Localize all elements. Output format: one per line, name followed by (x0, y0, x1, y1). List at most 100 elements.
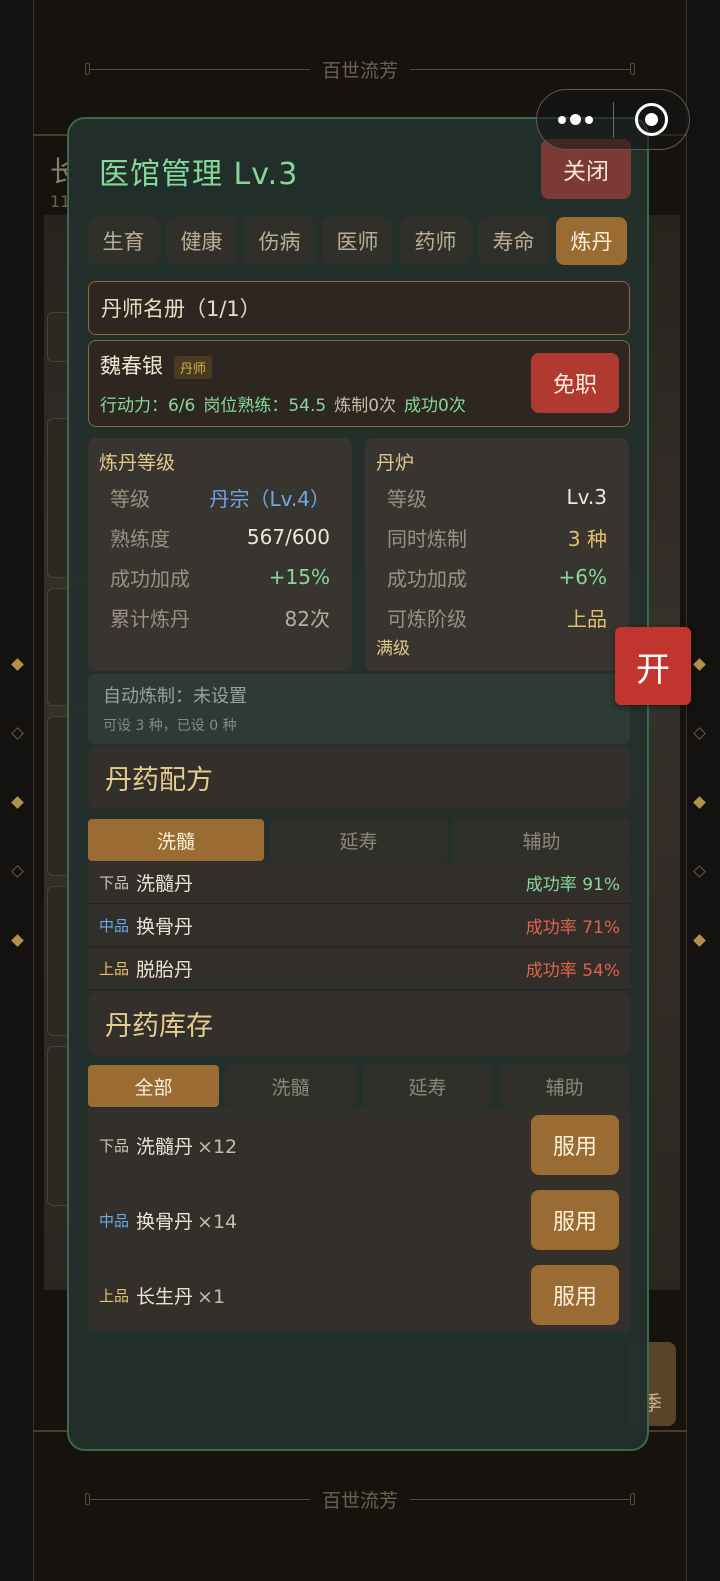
use-button[interactable]: 服用 (531, 1265, 619, 1325)
grade-label: 中品 (99, 1211, 130, 1230)
recipe-tab-longevity[interactable]: 延寿 (270, 819, 447, 861)
grade-label: 上品 (99, 1286, 130, 1305)
success-rate: 成功率 54% (525, 961, 620, 981)
pill-name: 换骨丹 ×14 (136, 1210, 238, 1233)
stat-row: 熟练度 567/600 (110, 522, 330, 552)
recipe-row[interactable]: 下品 洗髓丹 成功率 91% (88, 862, 630, 904)
recipe-tab-support[interactable]: 辅助 (453, 819, 630, 861)
stat-row: 成功加成 +6% (387, 562, 607, 592)
stat-label: 成功加成 (387, 566, 467, 591)
recipe-name: 换骨丹 (136, 916, 194, 938)
inventory-tabs: 全部 洗髓 延寿 辅助 (88, 1065, 630, 1107)
inventory-tab-marrow[interactable]: 洗髓 (225, 1065, 356, 1107)
pill-quantity: ×14 (197, 1210, 238, 1233)
grade-label: 下品 (99, 874, 130, 892)
pill-quantity: ×12 (197, 1135, 238, 1158)
tab-physician[interactable]: 医师 (322, 217, 393, 265)
stat-row: 累计炼丹 82次 (110, 602, 330, 632)
stat-value: 丹宗（Lv.4） (209, 486, 330, 511)
success-rate: 成功率 91% (525, 875, 620, 895)
auto-craft-hint: 可设 3 种，已设 0 种 (103, 718, 237, 734)
top-banner: 百世流芳 (85, 59, 636, 82)
inventory-row: 下品 洗髓丹 ×12 服用 (88, 1108, 630, 1182)
crafted-count: 炼制0次 (334, 396, 397, 416)
stat-label: 等级 (387, 486, 427, 511)
inventory-tab-all[interactable]: 全部 (88, 1065, 219, 1107)
target-close-icon[interactable] (614, 90, 689, 149)
inventory-row: 中品 换骨丹 ×14 服用 (88, 1183, 630, 1257)
stamina-text: 行动力：6/6 (100, 396, 196, 416)
inventory-section-title: 丹药库存 (88, 992, 630, 1055)
recipe-name: 洗髓丹 (136, 873, 194, 895)
stat-row: 等级 丹宗（Lv.4） (110, 482, 330, 512)
alchemist-name: 魏春银 (100, 354, 163, 378)
more-dots-icon[interactable] (537, 90, 613, 149)
alchemist-roster-header: 丹师名册（1/1） (88, 281, 630, 335)
grade-label: 中品 (99, 917, 130, 935)
recipe-row[interactable]: 中品 换骨丹 成功率 71% (88, 905, 630, 947)
tab-pharmacist[interactable]: 药师 (400, 217, 471, 265)
floating-open-button[interactable]: 开 (615, 627, 691, 705)
inventory-tab-support[interactable]: 辅助 (499, 1065, 630, 1107)
recipes-section-title: 丹药配方 (88, 746, 630, 809)
furnace-panel: 丹炉 等级 Lv.3 同时炼制 3 种 成功加成 +6% 可炼阶级 上品 满级 (365, 438, 629, 671)
stat-label: 累计炼丹 (110, 606, 190, 631)
recipe-tab-marrow[interactable]: 洗髓 (88, 819, 264, 861)
stat-value: 3 种 (567, 526, 607, 551)
pill-quantity: ×1 (197, 1285, 226, 1308)
use-button[interactable]: 服用 (531, 1190, 619, 1250)
right-ornament (692, 630, 706, 975)
pill-name: 长生丹 ×1 (136, 1285, 226, 1308)
stat-row: 同时炼制 3 种 (387, 522, 607, 552)
bottom-banner: 百世流芳 (85, 1489, 636, 1512)
panel-title: 丹炉 (376, 452, 415, 474)
stat-row: 成功加成 +15% (110, 562, 330, 592)
success-rate: 成功率 71% (525, 918, 620, 938)
recipe-tabs: 洗髓 延寿 辅助 (88, 819, 630, 861)
inventory-tab-longevity[interactable]: 延寿 (362, 1065, 493, 1107)
tab-alchemy[interactable]: 炼丹 (556, 217, 627, 265)
tab-birth[interactable]: 生育 (88, 217, 159, 265)
stat-label: 可炼阶级 (387, 606, 467, 631)
tab-lifespan[interactable]: 寿命 (478, 217, 549, 265)
panel-title: 炼丹等级 (99, 452, 176, 474)
stat-value: 82次 (284, 606, 330, 631)
alchemist-card: 魏春银 丹师 行动力：6/6 岗位熟练：54.5 炼制0次 成功0次 免职 (88, 340, 630, 427)
recipe-row[interactable]: 上品 脱胎丹 成功率 54% (88, 948, 630, 990)
tab-bar: 生育 健康 伤病 医师 药师 寿命 炼丹 (88, 217, 627, 265)
stat-label: 成功加成 (110, 566, 190, 591)
recipe-name: 脱胎丹 (136, 959, 194, 981)
auto-craft-box[interactable]: 自动炼制：未设置 可设 3 种，已设 0 种 (88, 674, 630, 744)
pill-name: 洗髓丹 ×12 (136, 1135, 238, 1158)
max-level-label: 满级 (376, 639, 410, 659)
tab-health[interactable]: 健康 (166, 217, 237, 265)
alchemist-stats: 行动力：6/6 岗位熟练：54.5 炼制0次 成功0次 (100, 391, 466, 416)
bottom-banner-text: 百世流芳 (322, 1489, 399, 1512)
grade-label: 下品 (99, 1136, 130, 1155)
stat-value: +6% (558, 565, 608, 589)
stat-value: 567/600 (246, 525, 330, 549)
modal-title: 医馆管理 Lv.3 (99, 157, 299, 192)
role-badge: 丹师 (174, 356, 213, 379)
stat-row: 等级 Lv.3 (387, 482, 607, 512)
dismiss-button[interactable]: 免职 (531, 353, 619, 413)
stat-label: 熟练度 (110, 526, 170, 551)
miniprogram-capsule (536, 89, 690, 150)
left-ornament (10, 630, 24, 975)
tab-injury[interactable]: 伤病 (244, 217, 315, 265)
use-button[interactable]: 服用 (531, 1115, 619, 1175)
proficiency-text: 岗位熟练：54.5 (203, 396, 327, 416)
stat-value: 上品 (567, 606, 607, 631)
alchemy-level-panel: 炼丹等级 等级 丹宗（Lv.4） 熟练度 567/600 成功加成 +15% 累… (88, 438, 352, 671)
stat-row: 可炼阶级 上品 (387, 602, 607, 632)
clinic-management-modal: 医馆管理 Lv.3 关闭 生育 健康 伤病 医师 药师 寿命 炼丹 丹师名册（1… (67, 117, 649, 1451)
stat-label: 同时炼制 (387, 526, 467, 551)
stat-value: Lv.3 (566, 485, 607, 509)
stat-label: 等级 (110, 486, 150, 511)
stat-value: +15% (268, 565, 330, 589)
grade-label: 上品 (99, 960, 130, 978)
auto-craft-status: 自动炼制：未设置 (103, 686, 247, 707)
top-banner-text: 百世流芳 (322, 59, 399, 82)
inventory-row: 上品 长生丹 ×1 服用 (88, 1258, 630, 1332)
success-count: 成功0次 (404, 396, 466, 416)
